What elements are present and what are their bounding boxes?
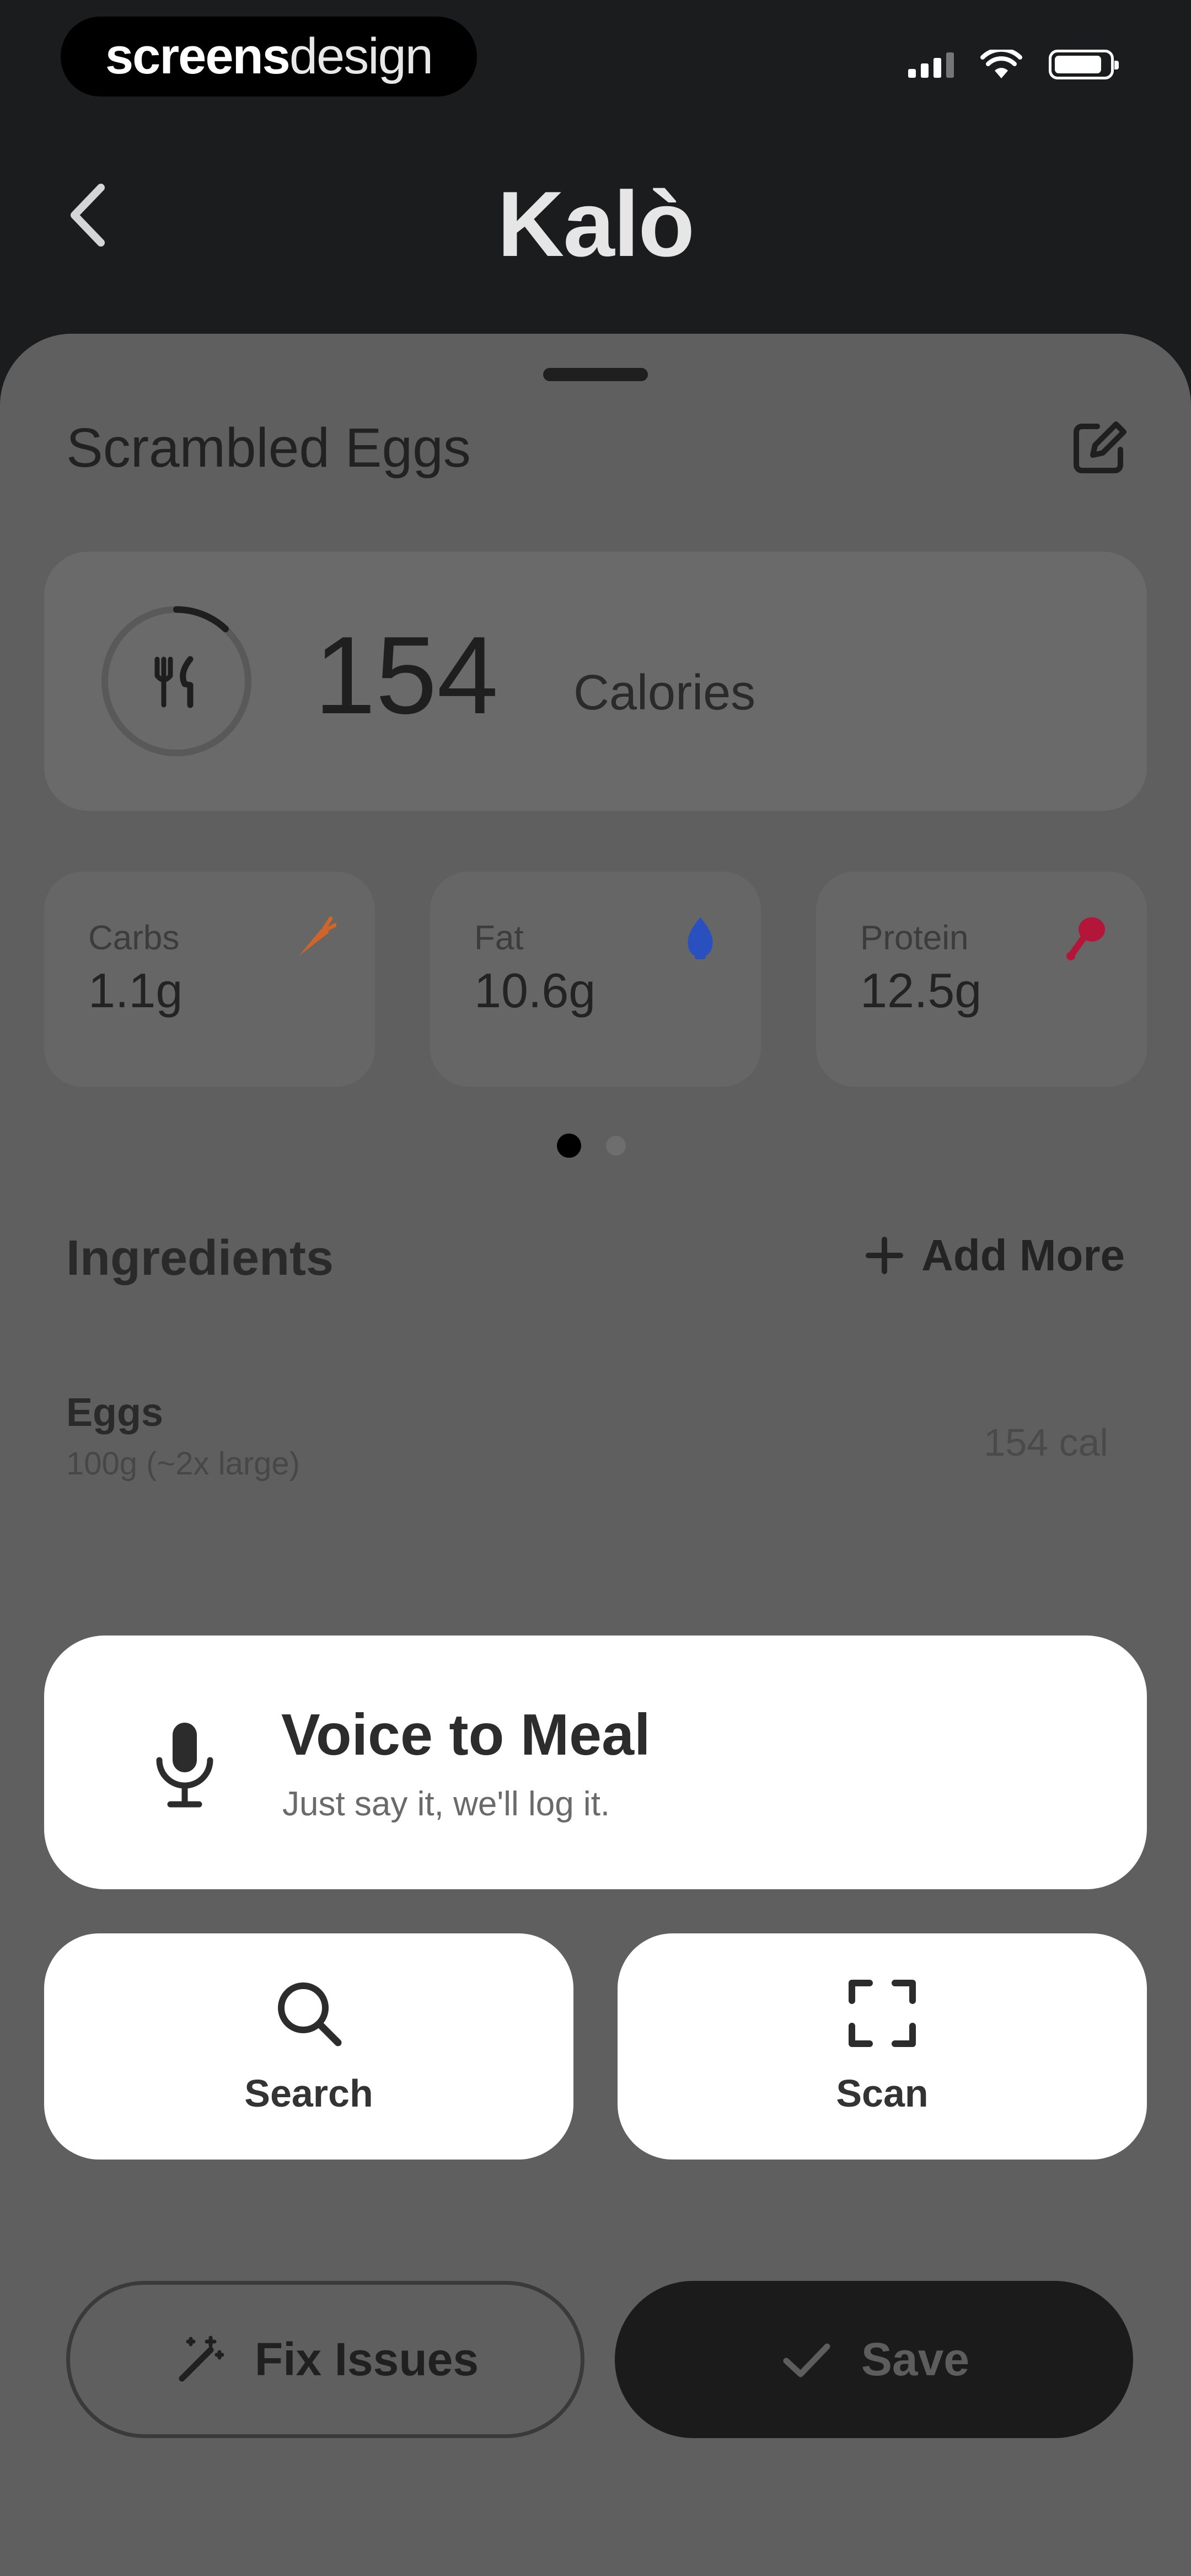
- save-label: Save: [861, 2333, 970, 2385]
- scan-label: Scan: [836, 2072, 929, 2115]
- macro-value: 12.5g: [860, 963, 982, 1018]
- nav-bar: Kalò: [0, 143, 1191, 287]
- brand-bold-text: screens: [105, 28, 291, 84]
- status-bar: screens design: [0, 0, 1191, 132]
- calorie-value: 154: [314, 614, 498, 737]
- battery-icon: [1049, 50, 1119, 79]
- ingredient-row[interactable]: Eggs 100g (~2x large) 154 cal: [66, 1390, 1125, 1500]
- search-label: Search: [244, 2072, 373, 2115]
- wifi-icon: [980, 50, 1022, 78]
- brand-watermark: screens design: [61, 17, 477, 97]
- fork-knife-icon: [154, 656, 194, 708]
- brand-light-text: design: [289, 28, 433, 84]
- macro-label: Fat: [474, 919, 524, 957]
- macro-value: 1.1g: [88, 963, 183, 1018]
- sheet-drag-handle[interactable]: [543, 368, 648, 381]
- macro-label: Protein: [860, 919, 969, 957]
- fix-issues-button[interactable]: Fix Issues: [66, 2281, 584, 2438]
- edit-icon[interactable]: [1069, 416, 1130, 478]
- search-food-button[interactable]: Search: [44, 1933, 573, 2160]
- calorie-summary-card: 154 Calories: [44, 552, 1147, 811]
- checkmark-icon: [783, 2343, 830, 2377]
- microphone-icon: [156, 1723, 213, 1808]
- calorie-progress-ring: [101, 606, 251, 756]
- fix-issues-label: Fix Issues: [254, 2333, 479, 2385]
- macro-card-carbs: Carbs 1.1g: [44, 872, 375, 1087]
- ingredient-name: Eggs: [66, 1391, 164, 1435]
- macro-label: Carbs: [88, 919, 180, 957]
- page-indicator: [557, 1134, 626, 1158]
- macro-card-fat: Fat 10.6g: [430, 872, 761, 1087]
- ingredients-heading: Ingredients: [66, 1231, 334, 1286]
- app-title: Kalò: [497, 172, 695, 276]
- status-icons: [908, 50, 1119, 79]
- plus-icon: [866, 1237, 904, 1274]
- carrot-icon: [299, 916, 336, 956]
- voice-to-meal-card[interactable]: Voice to Meal Just say it, we'll log it.: [44, 1636, 1147, 1889]
- meal-name: Scrambled Eggs: [66, 417, 471, 479]
- scan-food-button[interactable]: Scan: [618, 1933, 1147, 2160]
- macro-value: 10.6g: [474, 963, 596, 1018]
- voice-to-meal-title: Voice to Meal: [281, 1702, 651, 1767]
- magic-wand-icon: [179, 2335, 224, 2381]
- water-drop-icon: [688, 917, 713, 959]
- scan-frame-icon: [849, 1980, 916, 2047]
- add-more-label: Add More: [921, 1231, 1125, 1280]
- drumstick-icon: [1066, 917, 1105, 960]
- search-icon: [278, 1982, 342, 2046]
- calorie-label: Calories: [573, 665, 756, 720]
- page-dot-active[interactable]: [557, 1134, 581, 1158]
- save-button[interactable]: Save: [615, 2281, 1133, 2438]
- add-more-button[interactable]: Add More: [864, 1230, 1125, 1281]
- ingredient-detail: 100g (~2x large): [66, 1446, 300, 1482]
- page-dot[interactable]: [606, 1136, 626, 1156]
- voice-to-meal-subtitle: Just say it, we'll log it.: [282, 1785, 610, 1823]
- ingredient-calories: 154 cal: [984, 1421, 1108, 1464]
- macro-card-protein: Protein 12.5g: [816, 872, 1147, 1087]
- meal-detail-sheet: Scrambled Eggs 154 Calories Carbs 1.1g F…: [0, 334, 1191, 2576]
- cellular-signal-icon: [908, 51, 954, 78]
